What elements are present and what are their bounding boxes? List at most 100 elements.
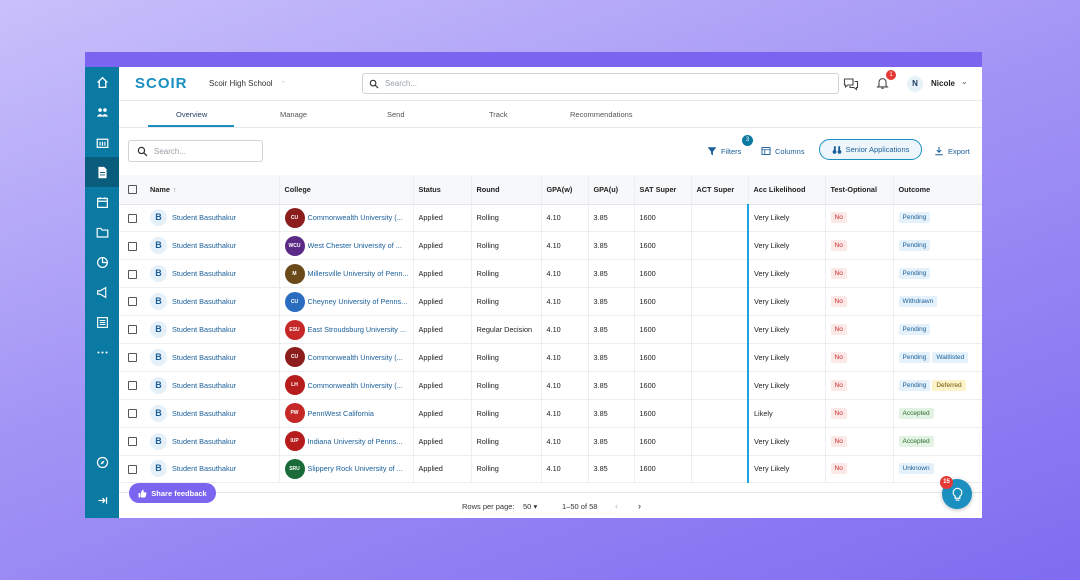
scoir-logo[interactable]: SCOIR [135, 75, 188, 92]
select-all-checkbox[interactable] [119, 175, 145, 205]
home-icon[interactable] [85, 67, 119, 97]
student-cell[interactable]: B Student Basuthakur [145, 455, 280, 484]
college-name-link[interactable]: Slippery Rock University of ... [308, 464, 403, 473]
row-checkbox[interactable] [119, 315, 145, 344]
table-row[interactable]: B Student Basuthakur SRU Slippery Rock Uni… [119, 455, 982, 484]
college-name-link[interactable]: Cheyney University of Penns... [308, 297, 408, 306]
logout-icon[interactable] [85, 485, 119, 515]
table-row[interactable]: B Student Basuthakur M Millersville Univer… [119, 259, 982, 289]
column-header-gpau[interactable]: GPA(u) [588, 175, 635, 205]
tab-recommendations[interactable]: Recommendations [570, 110, 633, 119]
table-row[interactable]: B Student Basuthakur LH Commonwealth Unive… [119, 371, 982, 400]
table-row[interactable]: B Student Basuthakur WCU West Chester Univ… [119, 231, 982, 261]
column-header-sat[interactable]: SAT Super [634, 175, 692, 205]
table-row[interactable]: B Student Basuthakur IUP Indiana Universit… [119, 427, 982, 456]
row-checkbox[interactable] [119, 204, 145, 233]
row-checkbox[interactable] [119, 287, 145, 317]
user-avatar[interactable]: N [907, 76, 923, 92]
table-row[interactable]: B Student Basuthakur CU Commonwealth Unive… [119, 204, 982, 233]
college-name-link[interactable]: West Chester University of ... [308, 241, 402, 250]
college-cell[interactable]: CU Commonwealth University (... [279, 204, 414, 233]
table-row[interactable]: B Student Basuthakur CU Cheyney University… [119, 287, 982, 317]
college-cell[interactable]: PW PennWest California [279, 399, 414, 428]
chevron-down-icon[interactable]: ⌄ [961, 77, 968, 86]
student-name-link[interactable]: Student Basuthakur [172, 241, 236, 250]
list-icon[interactable] [85, 307, 119, 337]
student-cell[interactable]: B Student Basuthakur [145, 399, 280, 428]
student-cell[interactable]: B Student Basuthakur [145, 204, 280, 233]
column-header-likelihood[interactable]: Acc Likelihood [748, 175, 826, 205]
college-name-link[interactable]: Millersville University of Penn... [308, 269, 409, 278]
school-name[interactable]: Scoir High School [209, 79, 273, 88]
row-checkbox[interactable] [119, 259, 145, 289]
student-name-link[interactable]: Student Basuthakur [172, 297, 236, 306]
student-cell[interactable]: B Student Basuthakur [145, 231, 280, 261]
applications-icon[interactable] [85, 157, 119, 187]
export-button[interactable]: Export [934, 146, 970, 156]
chevron-right-icon[interactable]: › [638, 501, 641, 511]
students-icon[interactable] [85, 97, 119, 127]
student-name-link[interactable]: Student Basuthakur [172, 269, 236, 278]
college-name-link[interactable]: East Stroudsburg University ... [308, 325, 407, 334]
college-cell[interactable]: CU Commonwealth University (... [279, 343, 414, 372]
calendar-icon[interactable] [85, 187, 119, 217]
college-cell[interactable]: ESU East Stroudsburg University ... [279, 315, 414, 344]
student-name-link[interactable]: Student Basuthakur [172, 437, 236, 446]
column-header-college[interactable]: College [279, 175, 414, 205]
student-cell[interactable]: B Student Basuthakur [145, 427, 280, 456]
college-name-link[interactable]: Commonwealth University (... [308, 353, 403, 362]
student-cell[interactable]: B Student Basuthakur [145, 315, 280, 344]
student-name-link[interactable]: Student Basuthakur [172, 464, 236, 473]
chat-icon[interactable] [843, 76, 859, 92]
college-cell[interactable]: LH Commonwealth University (... [279, 371, 414, 400]
tab-overview[interactable]: Overview [176, 110, 207, 119]
row-checkbox[interactable] [119, 343, 145, 372]
college-cell[interactable]: IUP Indiana University of Penns... [279, 427, 414, 456]
student-cell[interactable]: B Student Basuthakur [145, 343, 280, 372]
tab-send[interactable]: Send [387, 110, 405, 119]
tab-manage[interactable]: Manage [280, 110, 307, 119]
student-cell[interactable]: B Student Basuthakur [145, 287, 280, 317]
row-checkbox[interactable] [119, 231, 145, 261]
column-header-act[interactable]: ACT Super [691, 175, 749, 205]
college-name-link[interactable]: Commonwealth University (... [308, 381, 403, 390]
college-cell[interactable]: CU Cheyney University of Penns... [279, 287, 414, 317]
table-row[interactable]: B Student Basuthakur ESU East Stroudsburg … [119, 315, 982, 344]
senior-applications-button[interactable]: Senior Applications [819, 139, 922, 160]
college-cell[interactable]: WCU West Chester University of ... [279, 231, 414, 261]
column-header-status[interactable]: Status [413, 175, 472, 205]
reports-icon[interactable] [85, 247, 119, 277]
tab-track[interactable]: Track [489, 110, 507, 119]
row-checkbox[interactable] [119, 427, 145, 456]
global-search-input[interactable]: Search... [362, 73, 839, 94]
chevron-left-icon[interactable]: ‹ [615, 501, 618, 511]
user-name[interactable]: Nicole [931, 79, 955, 88]
college-cell[interactable]: SRU Slippery Rock University of ... [279, 455, 414, 484]
row-checkbox[interactable] [119, 455, 145, 484]
column-header-name[interactable]: Name ↑ [145, 175, 280, 205]
compass-icon[interactable] [85, 447, 119, 477]
share-feedback-button[interactable]: Share feedback [129, 483, 216, 503]
college-name-link[interactable]: Indiana University of Penns... [308, 437, 403, 446]
more-icon[interactable] [85, 337, 119, 367]
student-name-link[interactable]: Student Basuthakur [172, 213, 236, 222]
student-name-link[interactable]: Student Basuthakur [172, 325, 236, 334]
student-cell[interactable]: B Student Basuthakur [145, 371, 280, 400]
announcements-icon[interactable] [85, 277, 119, 307]
filters-button[interactable]: Filters [707, 146, 741, 156]
sort-arrow-icon[interactable]: ↑ [173, 185, 177, 194]
student-name-link[interactable]: Student Basuthakur [172, 381, 236, 390]
row-checkbox[interactable] [119, 399, 145, 428]
student-name-link[interactable]: Student Basuthakur [172, 409, 236, 418]
table-search-input[interactable]: Search... [128, 140, 263, 162]
table-row[interactable]: B Student Basuthakur CU Commonwealth Unive… [119, 343, 982, 372]
folder-icon[interactable] [85, 217, 119, 247]
college-name-link[interactable]: Commonwealth University (... [308, 213, 403, 222]
student-cell[interactable]: B Student Basuthakur [145, 259, 280, 289]
college-cell[interactable]: M Millersville University of Penn... [279, 259, 414, 289]
column-header-test-optional[interactable]: Test-Optional [825, 175, 894, 205]
rows-per-page-select[interactable]: 50 ▾ [523, 502, 537, 511]
student-name-link[interactable]: Student Basuthakur [172, 353, 236, 362]
table-row[interactable]: B Student Basuthakur PW PennWest Californi… [119, 399, 982, 428]
column-header-round[interactable]: Round [471, 175, 542, 205]
